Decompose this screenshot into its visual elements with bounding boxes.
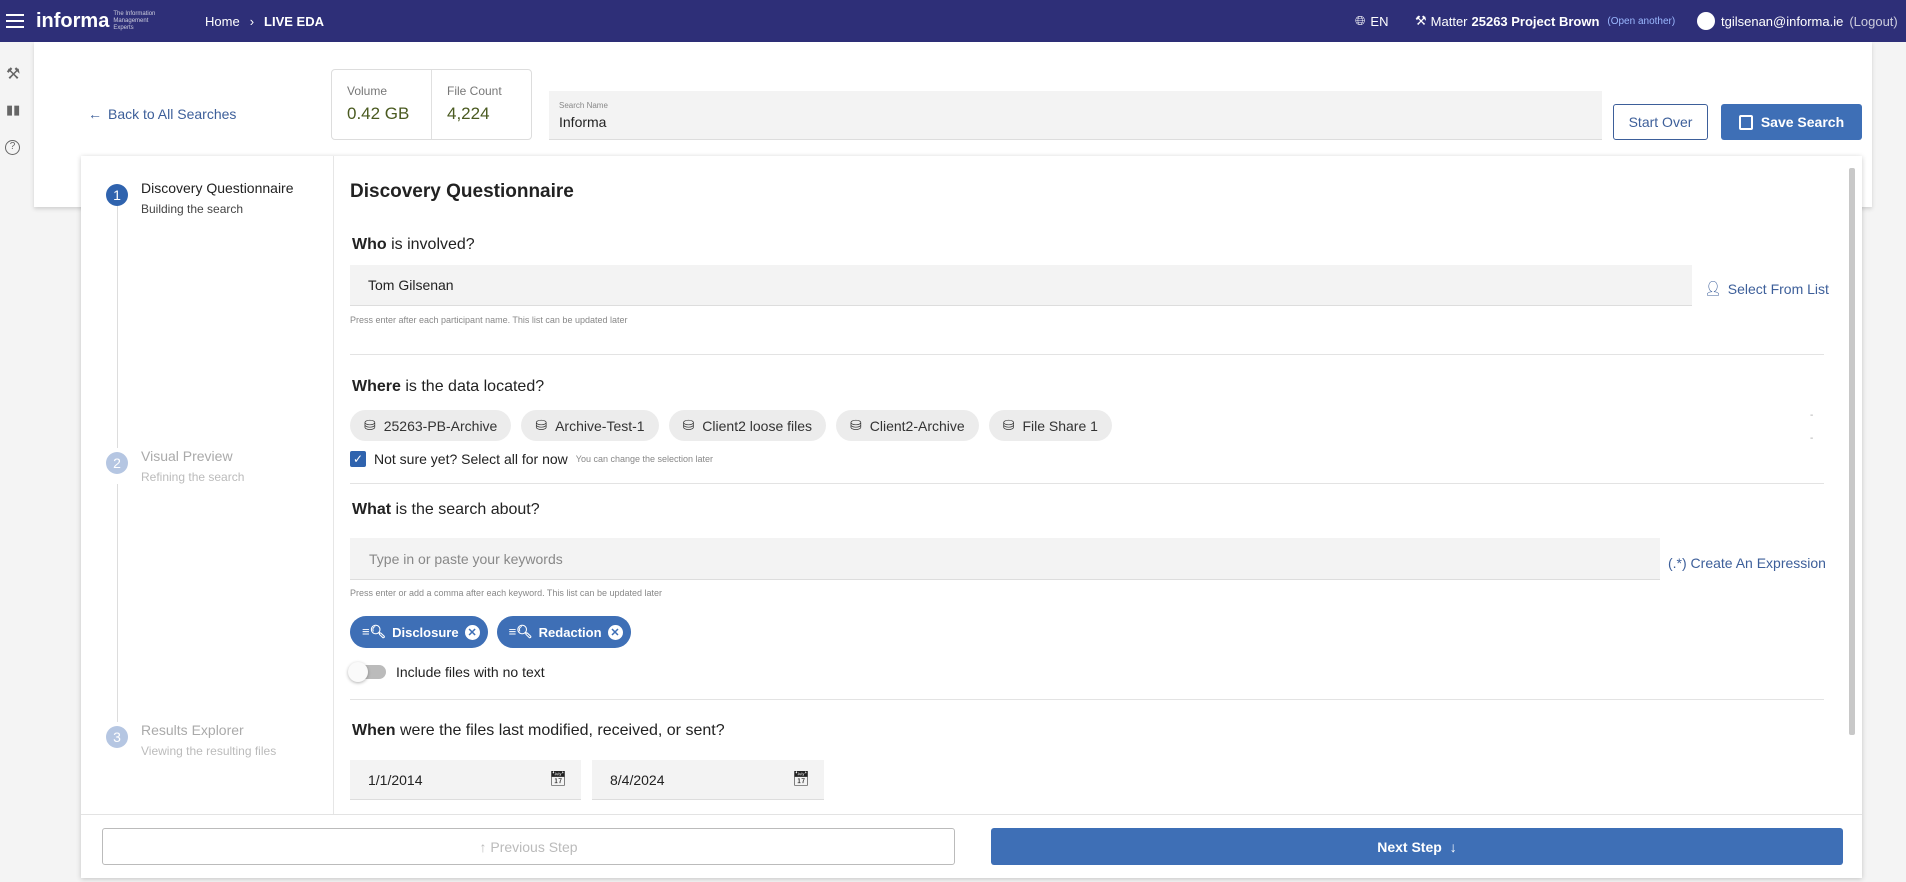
where-question: Where is the data located? [352, 378, 545, 395]
arrow-down-icon: ↓ [1449, 838, 1457, 855]
informa-logo[interactable]: informa The Information Management Exper… [36, 0, 168, 42]
breadcrumb: Home › LIVE EDA [205, 0, 324, 42]
checkbox-checked-icon: ✓ [350, 451, 366, 467]
include-no-text-toggle[interactable]: Include files with no text [348, 662, 545, 682]
stepper: 1 Discovery Questionnaire Building the se… [81, 156, 334, 814]
toggle-switch[interactable] [348, 662, 386, 682]
language-selector[interactable]: 🌐︎ EN [1355, 0, 1388, 42]
scrollbar[interactable] [1849, 168, 1855, 735]
previous-step-button[interactable]: ↑ Previous Step [102, 828, 955, 865]
create-expression-link[interactable]: (.*) Create An Expression [1668, 555, 1826, 571]
file-count-label: File Count [447, 84, 502, 98]
remove-chip-icon[interactable]: ✕ [464, 624, 480, 640]
gavel-icon[interactable]: ⚒ [6, 64, 20, 84]
calendar-icon[interactable]: 📅︎ [792, 770, 810, 787]
keywords-help: Press enter or add a comma after each ke… [350, 588, 662, 598]
database-icon: ⛁ [364, 417, 376, 433]
person-icon: 👤︎ [1704, 280, 1722, 296]
globe-icon: 🌐︎ [1355, 13, 1366, 28]
user-avatar-icon [1697, 12, 1715, 30]
arrow-left-icon: ← [88, 106, 102, 122]
save-icon [1738, 114, 1753, 130]
database-icon: ⛁ [682, 417, 695, 433]
data-source-chip[interactable]: ⛁ Client2-Archive [836, 410, 979, 441]
help-icon[interactable]: ? [5, 140, 20, 155]
when-question: When were the files last modified, recei… [352, 722, 725, 739]
database-icon: ⛁ [1002, 417, 1015, 433]
form-title: Discovery Questionnaire [350, 181, 574, 202]
volume-label: Volume [347, 84, 388, 98]
keyword-search-icon: ≡🔍︎ [362, 624, 387, 639]
keyword-chip-list: ≡🔍︎ Disclosure ✕ ≡🔍︎ Redaction ✕ [350, 616, 631, 648]
breadcrumb-current: LIVE EDA [264, 13, 324, 29]
start-over-button[interactable]: Start Over [1613, 104, 1708, 140]
remove-chip-icon[interactable]: ✕ [607, 624, 623, 640]
volume-value: 0.42 GB [347, 104, 410, 123]
chart-icon[interactable]: ▮▮ [6, 102, 20, 118]
breadcrumb-home[interactable]: Home [205, 14, 240, 29]
step-2[interactable]: 2 Visual Preview Refining the search [106, 448, 245, 484]
data-source-chip[interactable]: ⛁ File Share 1 [988, 410, 1112, 441]
select-from-list-link[interactable]: 👤︎ Select From List [1704, 280, 1829, 297]
gavel-icon: ⚒ [1415, 13, 1427, 28]
side-rail: ⚒ ▮▮ ? [0, 42, 34, 882]
keyword-search-icon: ≡🔍︎ [508, 624, 533, 639]
select-all-checkbox[interactable]: ✓ Not sure yet? Select all for now You c… [350, 451, 713, 467]
user-menu: tgilsenan@informa.ie (Logout) [1697, 0, 1898, 42]
keyword-chip[interactable]: ≡🔍︎ Redaction ✕ [496, 616, 631, 648]
top-header: informa The Information Management Exper… [0, 0, 1906, 42]
search-stats: Volume 0.42 GB File Count 4,224 [331, 69, 532, 140]
data-source-list: ⛁ 25263-PB-Archive ⛁ Archive-Test-1 ⛁ Client2… [350, 410, 1112, 441]
database-icon: ⛁ [850, 417, 862, 433]
data-source-chip[interactable]: ⛁ Client2 loose files [668, 410, 827, 441]
data-source-chip[interactable]: ⛁ Archive-Test-1 [521, 410, 659, 441]
next-step-button[interactable]: Next Step ↓ [991, 828, 1843, 865]
database-icon: ⛁ [535, 417, 548, 433]
participants-help: Press enter after each participant name.… [350, 315, 628, 325]
step-1[interactable]: 1 Discovery Questionnaire Building the se… [106, 180, 294, 216]
step-3[interactable]: 3 Results Explorer Viewing the resulting … [106, 722, 277, 778]
data-source-chip[interactable]: ⛁ 25263-PB-Archive [350, 410, 512, 441]
calendar-icon[interactable]: 📅︎ [549, 770, 567, 787]
logout-link[interactable]: (Logout) [1849, 14, 1897, 29]
matter-info: ⚒ Matter 25263 Project Brown (Open anoth… [1415, 13, 1676, 29]
arrow-up-icon: ↑ [479, 838, 491, 855]
file-count-value: 4,224 [447, 104, 490, 123]
back-to-searches-link[interactable]: ← Back to All Searches [88, 106, 236, 122]
save-search-button[interactable]: Save Search [1721, 104, 1862, 140]
participants-input[interactable]: Tom Gilsenan [350, 265, 1692, 306]
who-question: Who is involved? [352, 236, 475, 253]
chevron-right-icon: › [249, 13, 255, 29]
date-from-field[interactable]: 1/1/2014 📅︎ [350, 760, 581, 800]
menu-icon[interactable] [6, 0, 24, 42]
keyword-chip[interactable]: ≡🔍︎ Disclosure ✕ [350, 616, 488, 648]
what-question: What is the search about? [352, 501, 540, 518]
keywords-input[interactable]: Type in or paste your keywords [350, 538, 1660, 580]
search-name-field[interactable]: Search Name Informa [549, 91, 1602, 140]
open-another-link[interactable]: (Open another) [1607, 16, 1675, 27]
date-to-field[interactable]: 8/4/2024 📅︎ [592, 760, 824, 800]
